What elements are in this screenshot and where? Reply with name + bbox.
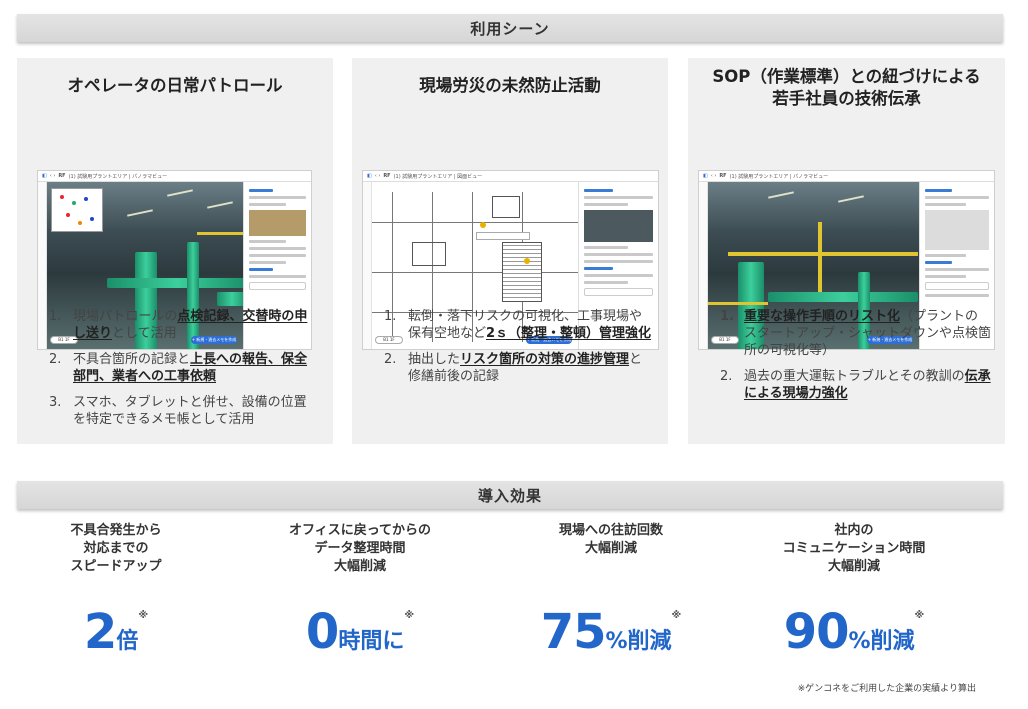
effects-header: 導入効果: [17, 481, 1003, 509]
card-title: オペレータの日常パトロール: [67, 76, 283, 95]
effect-data-time: オフィスに戻ってからの データ整理時間 大幅削減 0時間に※: [240, 522, 480, 660]
card-daily-patrol: オペレータの日常パトロール ◧ ‹ › RF (1) 試験用プラントエリア | パノラ…: [17, 58, 333, 444]
effect-site-visits: 現場への往訪回数 大幅削減 75%削減※: [491, 522, 731, 660]
effect-heading: 社内の コミュニケーション時間 大幅削減: [782, 523, 926, 574]
effect-heading: オフィスに戻ってからの データ整理時間 大幅削減: [288, 523, 432, 574]
list-item: 3. スマホ、タブレットと併せ、設備の位置を特定できるメモ帳として活用: [49, 395, 307, 427]
effect-value: 0時間に※: [305, 604, 415, 660]
card-accident-prevention: 現場労災の未然防止活動 ◧ ‹ › RF (1) 試験用プラントエリア | 図面ビュー…: [352, 58, 668, 444]
effect-value: 2倍※: [83, 604, 149, 660]
usage-list: 1. 転倒・落下リスクの可視化、工事現場や保有空地など2ｓ（整理・整頓）管理強化 …: [372, 308, 654, 394]
list-item: 2. 過去の重大運転トラブルとその教訓の伝承による現場力強化: [720, 369, 991, 401]
footnote: ※ゲンコネをご利用した企業の実績より算出: [797, 684, 976, 694]
effect-heading: 不具合発生から 対応までの スピードアップ: [70, 523, 162, 574]
usage-list: 1. 重要な操作手順のリスト化（プラントのスタートアップ・シャットダウンや点検箇所…: [708, 308, 991, 411]
card-sop-knowledge-transfer: SOP（作業標準）との紐づけによる 若手社員の技術伝承 ◧ ‹ › RF (1) 試験…: [688, 58, 1005, 444]
effect-speedup: 不具合発生から 対応までの スピードアップ 2倍※: [0, 522, 236, 660]
effect-heading: 現場への往訪回数 大幅削減: [558, 523, 663, 556]
floor-map-minimap[interactable]: [51, 188, 103, 232]
list-item: 2. 抽出したリスク箇所の対策の進捗管理と修繕前後の記録: [384, 352, 643, 384]
list-item: 1. 現場パトロールの点検記録、交替時の申し送りとして活用: [49, 309, 308, 341]
list-item: 2. 不具合箇所の記録と上長への報告、保全部門、業者への工事依頼: [49, 352, 308, 384]
usage-scenes-header: 利用シーン: [17, 14, 1003, 42]
effect-value: 75%削減※: [540, 604, 682, 660]
card-title: SOP（作業標準）との紐づけによる 若手社員の技術伝承: [712, 67, 981, 108]
card-title: 現場労災の未然防止活動: [419, 76, 601, 95]
effect-communication: 社内の コミュニケーション時間 大幅削減 90%削減※: [734, 522, 974, 660]
effect-value: 90%削減※: [783, 604, 925, 660]
list-item: 1. 重要な操作手順のリスト化（プラントのスタートアップ・シャットダウンや点検箇所…: [720, 309, 992, 358]
usage-list: 1. 現場パトロールの点検記録、交替時の申し送りとして活用 2. 不具合箇所の記録と…: [37, 308, 319, 437]
list-item: 1. 転倒・落下リスクの可視化、工事現場や保有空地など2ｓ（整理・整頓）管理強化: [384, 309, 652, 341]
